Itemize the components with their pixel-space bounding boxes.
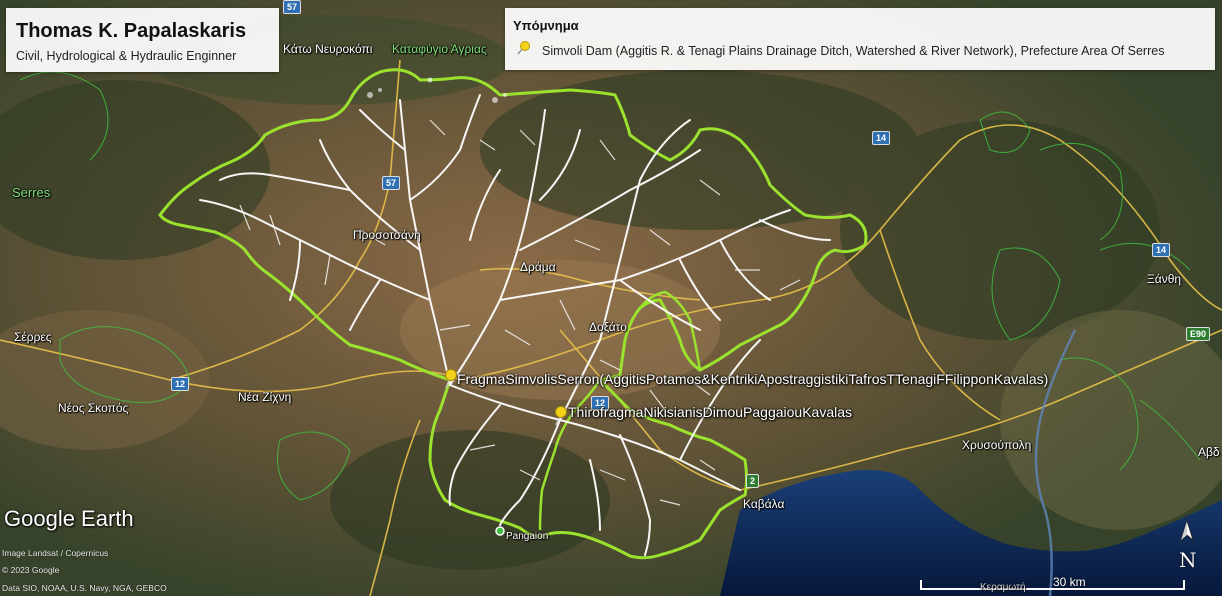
label-prosotsani: Προσοτσάνη bbox=[353, 228, 421, 242]
author-title: Civil, Hydrological & Hydraulic Enginner bbox=[16, 49, 237, 63]
compass[interactable]: N bbox=[1172, 518, 1202, 572]
label-serres: Σέρρες bbox=[14, 330, 52, 344]
label-nea-zichni: Νέα Ζίχνη bbox=[238, 390, 292, 404]
google-earth-logo: Google Earth bbox=[4, 506, 134, 531]
compass-letter: N bbox=[1179, 548, 1197, 572]
label-neos-skopos: Νέος Σκοπός bbox=[58, 401, 129, 415]
author-panel: Thomas K. Papalaskaris Civil, Hydrologic… bbox=[6, 8, 279, 72]
scale-tick-right bbox=[1183, 580, 1185, 590]
label-kato-nevrokopi: Κάτω Νευροκόπι bbox=[283, 42, 373, 56]
dam-pushpin-icon[interactable] bbox=[443, 368, 457, 390]
flood-gate-pushpin-icon[interactable] bbox=[553, 405, 567, 427]
scale-label: 30 km bbox=[1053, 575, 1086, 589]
road-shield-14-east: 14 bbox=[1152, 243, 1171, 257]
dam-placemark-label[interactable]: FragmaSimvolisSerron(AggitisPotamos&Kent… bbox=[457, 371, 1048, 387]
road-shield-2: 2 bbox=[746, 474, 760, 488]
satellite-map[interactable] bbox=[0, 0, 1222, 596]
legend-panel: Υπόμνημα Simvoli Dam (Aggitis R. & Tenag… bbox=[505, 8, 1215, 70]
scale-bar: 30 km Κεραμωτή bbox=[920, 574, 1185, 594]
road-shield-57: 57 bbox=[382, 176, 401, 190]
road-shield-12-west: 12 bbox=[171, 377, 190, 391]
road-shield-57-top: 57 bbox=[283, 0, 302, 14]
flood-gate-placemark-label[interactable]: ThirofragmaNikisianisDimouPaggaiouKavala… bbox=[568, 404, 852, 420]
credit-data: Data SIO, NOAA, U.S. Navy, NGA, GEBCO bbox=[2, 583, 167, 593]
legend-title: Υπόμνημα bbox=[513, 18, 579, 33]
north-arrow-icon bbox=[1180, 519, 1194, 542]
label-avdira: Αβδ bbox=[1198, 445, 1220, 459]
road-shield-14: 14 bbox=[872, 131, 891, 145]
label-xanthi: Ξάνθη bbox=[1147, 272, 1182, 286]
author-name: Thomas K. Papalaskaris bbox=[16, 20, 247, 42]
credit-copyright: © 2023 Google bbox=[2, 565, 60, 575]
pangaion-peak-marker[interactable] bbox=[495, 526, 505, 536]
label-doxato: Δοξάτο bbox=[589, 320, 627, 334]
credit-imagery: Image Landsat / Copernicus bbox=[2, 548, 109, 558]
label-pangaion: Pangaion bbox=[506, 531, 549, 542]
label-katafygio: Καταφύγιο Άγριας bbox=[392, 42, 487, 56]
road-shield-e90: E90 bbox=[1186, 327, 1211, 341]
label-keramoti: Κεραμωτή bbox=[980, 582, 1026, 593]
pushpin-icon bbox=[517, 41, 530, 55]
label-drama: Δράμα bbox=[520, 260, 556, 274]
label-kavala: Καβάλα bbox=[743, 497, 785, 511]
label-serres-region: Serres bbox=[12, 185, 51, 200]
legend-entry-text: Simvoli Dam (Aggitis R. & Tenagi Plains … bbox=[542, 44, 1165, 58]
label-chrysoupoli: Χρυσούπολη bbox=[962, 438, 1032, 452]
